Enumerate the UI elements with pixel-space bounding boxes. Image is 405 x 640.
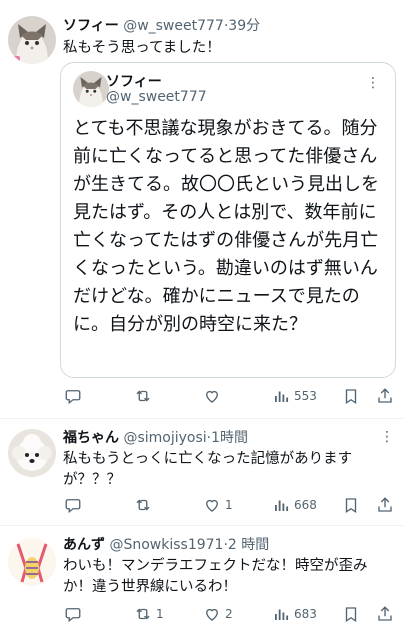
quoted-user-handle[interactable]: @w_sweet777 [106,89,207,105]
display-name[interactable]: 福ちゃん [63,430,119,446]
bookmark-icon [345,607,357,623]
view-count: 683 [294,607,317,621]
views-button[interactable]: 668 [272,495,317,515]
timestamp[interactable]: 1時間 [211,430,248,446]
views-button[interactable]: 553 [272,386,317,406]
avatar-dog[interactable] [8,429,56,477]
like-button[interactable]: 2 [203,604,233,624]
heart-icon [206,390,218,403]
avatar-illustration[interactable] [8,538,56,586]
quoted-tweet[interactable]: ソフィー @w_sweet777 ⋮ とても不思議な現象がおきてる。随分前に亡く… [60,62,396,378]
views-icon [275,500,289,511]
like-count: 2 [225,607,233,621]
bookmark-icon [345,389,357,405]
retweet-button[interactable] [134,495,156,515]
bookmark-icon [345,498,357,514]
tweet-actions: 1 2 683 [60,604,400,624]
more-options-icon[interactable]: ⋮ [366,75,381,91]
share-icon [378,388,392,403]
tweet-1[interactable]: ソフィー @w_sweet777·39分 私もそう思ってました！ ソフィー @w… [0,0,405,418]
retweet-count: 1 [156,607,164,621]
retweet-icon [136,608,150,620]
retweet-button[interactable] [134,386,156,406]
reply-icon [65,390,81,405]
quoted-tweet-text: とても不思議な現象がおきてる。随分前に亡くなってると思ってた俳優さんが生きてる。… [73,118,379,335]
tweet-actions: 1 668 [60,495,400,515]
bookmark-button[interactable] [342,495,360,515]
bookmark-button[interactable] [342,604,360,624]
retweet-icon [136,390,150,402]
like-count: 1 [225,498,233,512]
share-icon [378,497,392,512]
reply-icon [65,608,81,623]
view-count: 668 [294,498,317,512]
avatar-cat[interactable] [8,16,56,64]
tweet-text: わいも！マンデラエフェクトだな！時空が歪みか！違う世界線にいるわ！ [63,558,368,595]
tweet-actions: 553 [60,386,400,406]
tweet-header: あんず @Snowkiss1971·2 時間 [63,536,269,554]
share-button[interactable] [376,604,394,624]
user-handle[interactable]: @Snowkiss1971 [109,537,223,553]
tweet-header: 福ちゃん @simojiyosi·1時間 [63,429,248,447]
tweet-text: 私ももうとっくに亡くなった記憶がありますが？？？ [63,451,353,488]
bookmark-button[interactable] [342,386,360,406]
like-button[interactable]: 1 [203,495,233,515]
share-button[interactable] [376,495,394,515]
display-name[interactable]: ソフィー [63,18,119,34]
reply-button[interactable] [64,386,86,406]
reply-button[interactable] [64,604,86,624]
reply-button[interactable] [64,495,86,515]
user-handle[interactable]: @simojiyosi [123,430,206,446]
tweet-text: 私もそう思ってました！ [63,40,221,56]
quoted-display-name[interactable]: ソフィー [106,71,162,91]
tweet-2[interactable]: 福ちゃん @simojiyosi·1時間 ⋮ 私ももうとっくに亡くなった記憶があ… [0,419,405,525]
avatar-cat[interactable] [73,71,109,107]
heart-icon [206,499,218,512]
timestamp[interactable]: 2 時間 [228,537,269,553]
retweet-button[interactable]: 1 [134,604,164,624]
heart-icon [206,608,218,621]
share-button[interactable] [376,386,394,406]
views-icon [275,609,289,620]
view-count: 553 [294,389,317,403]
tweet-header: ソフィー @w_sweet777·39分 [63,17,260,35]
more-options-icon[interactable]: ⋮ [380,429,395,445]
display-name[interactable]: あんず [63,537,105,553]
tweet-3[interactable]: あんず @Snowkiss1971·2 時間 わいも！マンデラエフェクトだな！時… [0,526,405,640]
like-button[interactable] [203,386,225,406]
timestamp[interactable]: 39分 [228,18,260,34]
user-handle[interactable]: @w_sweet777 [123,18,224,34]
share-icon [378,606,392,621]
reply-icon [65,499,81,514]
views-button[interactable]: 683 [272,604,317,624]
views-icon [275,391,289,402]
retweet-icon [136,499,150,511]
